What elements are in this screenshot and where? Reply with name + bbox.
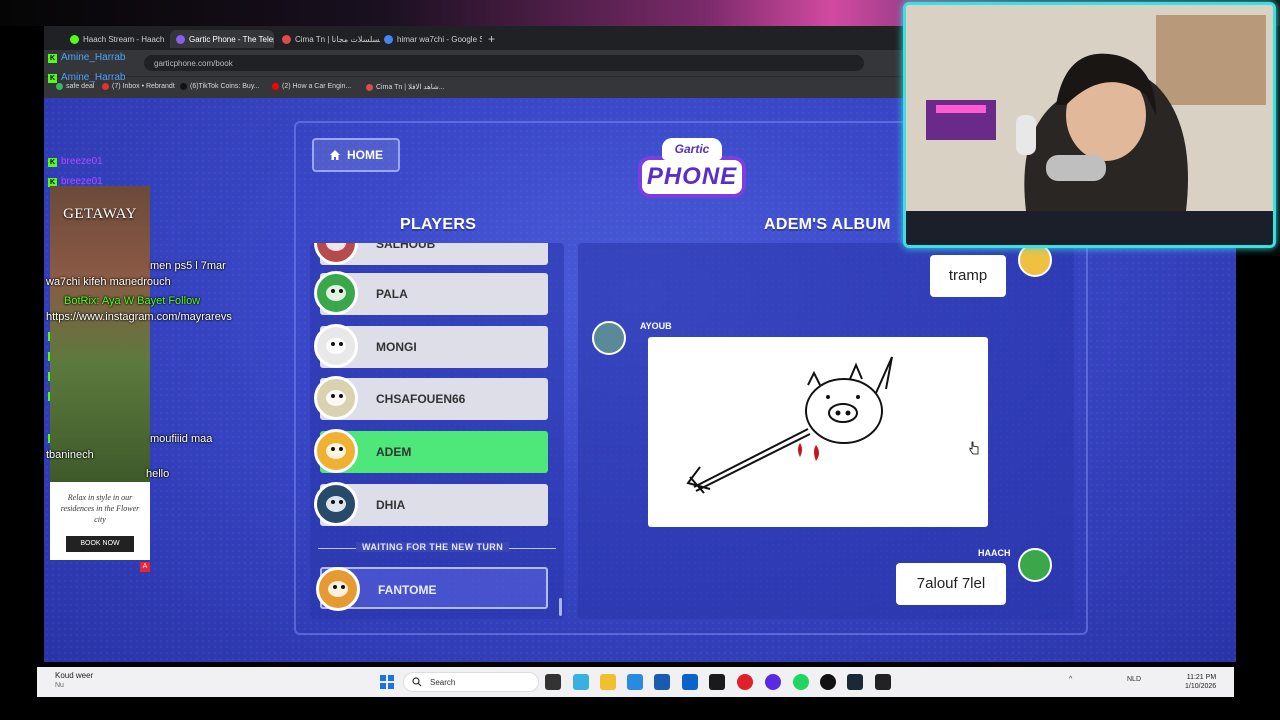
spotify-icon[interactable]: [793, 674, 809, 690]
player-row: PALA: [314, 271, 548, 315]
ad-copy: Relax in style in our residences in the …: [60, 493, 140, 524]
tab-haach-stream[interactable]: Haach Stream - Haach: [64, 30, 174, 48]
language-indicator[interactable]: NLD: [1127, 676, 1141, 683]
chat-message: moufiiid maa: [150, 433, 213, 445]
drawing-author: AYOUB: [640, 321, 672, 331]
hand-cursor-icon: [969, 441, 979, 455]
bookmark-inbox[interactable]: (7) Inbox • Rebrandt: [102, 83, 175, 90]
drawing-canvas: [648, 337, 988, 527]
system-clock[interactable]: 11:21 PM 1/10/2026: [1185, 673, 1216, 691]
opera-icon[interactable]: [737, 674, 753, 690]
logo-phone-text: PHONE: [638, 156, 746, 198]
player-avatar: [314, 376, 358, 420]
chat-message: tbaninech: [46, 449, 94, 461]
player-row: CHSAFOUEN66: [314, 376, 548, 420]
chat-message: https://www.instagram.com/mayrarevs: [46, 311, 232, 323]
home-icon: [330, 150, 340, 160]
player-row: MONGI: [314, 324, 548, 368]
hotel-advertisement[interactable]: GETAWAY Relax in style in our residences…: [50, 186, 150, 560]
player-row: DHIA: [314, 482, 548, 526]
tab-cima-tn[interactable]: Cima Tn | المسلسلات مجانا: [276, 30, 380, 48]
player-avatar: [316, 567, 360, 611]
edge-icon[interactable]: [627, 674, 643, 690]
home-button[interactable]: HOME: [312, 138, 400, 172]
album-heading: ADEM'S ALBUM: [764, 216, 891, 233]
pig-on-skewer-drawing: [686, 356, 893, 494]
player-avatar: [314, 429, 358, 473]
chat-message: wa7chi kifeh manedrouch: [46, 276, 171, 288]
cima-icon: [282, 34, 291, 44]
player-row: SALHOUB: [314, 243, 548, 265]
ad-photo: [50, 186, 150, 482]
screen: { "browser": { "tabs": [ {"label": "Haac…: [0, 0, 1280, 720]
tray-chevron-icon[interactable]: ^: [1069, 676, 1072, 683]
chat-message: men ps5 l 7mar: [150, 260, 226, 272]
tab-google-search[interactable]: himar wa7chi - Google Se: [378, 30, 482, 48]
steam-icon[interactable]: [847, 674, 863, 690]
url-field[interactable]: garticphone.com/book: [144, 55, 864, 71]
media-player-icon[interactable]: [875, 674, 891, 690]
taskbar-search[interactable]: Search: [403, 672, 539, 692]
windows-taskbar: Koud weer Nu Search ^ NLD 11:21 PM 1/10/…: [37, 667, 1234, 697]
waiting-player-row: FANTOME: [316, 567, 548, 611]
bookmark-car-engine[interactable]: (2) How a Car Engin...: [272, 83, 351, 90]
file-explorer-icon[interactable]: [600, 674, 616, 690]
waiting-label: WAITING FOR THE NEW TURN: [356, 542, 510, 552]
player-avatar: [314, 324, 358, 368]
new-tab-plus-icon[interactable]: +: [488, 32, 495, 46]
ad-choices-icon[interactable]: A: [140, 562, 150, 572]
player-avatar: [1018, 243, 1052, 277]
copilot-icon[interactable]: [573, 674, 589, 690]
messenger-icon[interactable]: [765, 674, 781, 690]
chat-message: BotRix: Aya W Bayet Follow: [64, 295, 201, 307]
outlook-icon[interactable]: [682, 674, 698, 690]
obs-icon[interactable]: [820, 674, 836, 690]
album-text-bubble: 7alouf 7lel: [896, 563, 1006, 605]
chat-message: hello: [146, 468, 170, 480]
book-now-button[interactable]: BOOK NOW: [66, 536, 134, 552]
webcam-scene: [906, 5, 1273, 211]
player-avatar: [314, 243, 358, 265]
bookmark-safe-deal[interactable]: safe deal: [56, 83, 94, 90]
store-icon[interactable]: [654, 674, 670, 690]
players-heading: PLAYERS: [400, 216, 477, 233]
players-scrollbar[interactable]: [559, 598, 562, 616]
bookmark-tiktok[interactable]: (6)TikTok Coins: Buy...: [180, 83, 260, 90]
gartic-icon: [176, 34, 185, 44]
player-row-active[interactable]: ADEM: [314, 429, 548, 473]
album-text-bubble: tramp: [930, 255, 1006, 297]
streamer-webcam: [903, 2, 1276, 248]
windows-start-icon[interactable]: [380, 675, 394, 689]
google-icon: [384, 34, 393, 44]
player-avatar: [314, 482, 358, 526]
task-view-icon[interactable]: [545, 674, 561, 690]
tab-gartic-phone[interactable]: Gartic Phone - The Teleph: [170, 30, 274, 48]
guess-author: HAACH: [978, 548, 1011, 558]
player-avatar: [592, 321, 626, 355]
players-list: SALHOUB PALA MONGI CHSAFOUEN66 ADEM DHIA…: [310, 243, 564, 619]
bookmark-cima-tn[interactable]: Cima Tn | شاهد الافلا...: [366, 83, 445, 91]
logo-gartic-text: Gartic: [662, 138, 722, 160]
player-avatar: [314, 271, 358, 315]
player-avatar: [1018, 548, 1052, 582]
gartic-phone-logo: PHONE Gartic: [638, 138, 746, 204]
webcam-bottom-band: [906, 211, 1273, 245]
weather-widget[interactable]: Koud weer Nu: [55, 671, 93, 691]
ad-title: GETAWAY: [63, 206, 137, 222]
search-icon: [412, 677, 422, 687]
album-panel: tramp AYOUB HAACH 7alouf 7lel: [578, 243, 1074, 619]
kick-icon: [70, 34, 79, 44]
kick-app-icon[interactable]: [709, 674, 725, 690]
